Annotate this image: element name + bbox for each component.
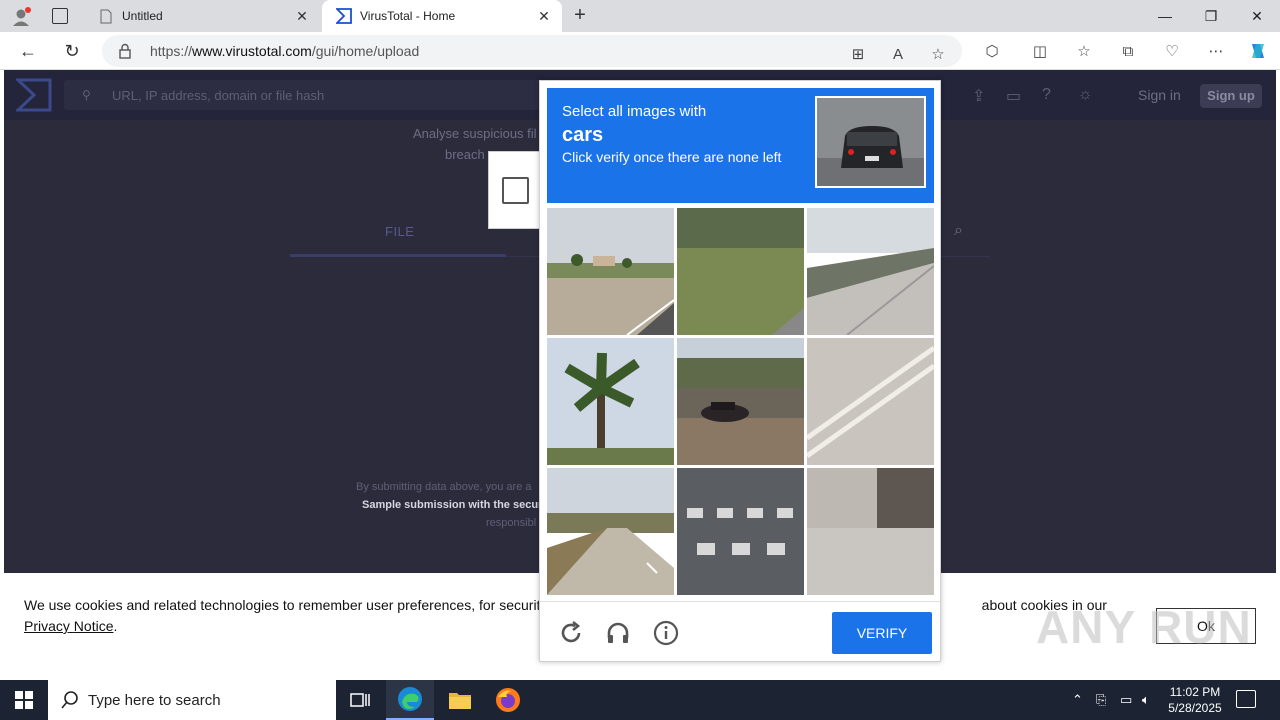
- captcha-tile[interactable]: [807, 468, 934, 595]
- terms-text-bold: Sample submission with the secur: [362, 499, 543, 511]
- captcha-grid: [547, 208, 934, 596]
- recaptcha-anchor: [488, 151, 544, 229]
- taskbar-clock[interactable]: 11:02 PM 5/28/2025: [1162, 684, 1228, 716]
- profile-icon[interactable]: [10, 6, 32, 28]
- file-tab-underline: [290, 254, 506, 257]
- browser-tab-strip: Untitled ✕ VirusTotal - Home ✕ + — ❐ ✕: [0, 0, 1280, 32]
- read-aloud-icon[interactable]: A: [888, 44, 908, 64]
- firefox-icon[interactable]: [484, 680, 532, 720]
- audio-challenge-icon[interactable]: [604, 619, 632, 647]
- performance-icon[interactable]: ♡: [1162, 41, 1182, 61]
- copilot-icon[interactable]: [1248, 41, 1268, 61]
- upload-icon[interactable]: ⇪: [972, 86, 985, 106]
- captcha-tile[interactable]: [547, 338, 674, 465]
- tab-actions-icon[interactable]: [52, 8, 68, 24]
- captcha-hint: Click verify once there are none left: [562, 149, 782, 165]
- recaptcha-checkbox[interactable]: [502, 177, 529, 204]
- address-bar[interactable]: https://www.virustotal.com/gui/home/uplo…: [102, 35, 962, 67]
- windows-taskbar: Type here to search ⌃ ⎘ ▭ 🔈︎ 11:02 PM 5/…: [0, 680, 1280, 720]
- close-tab-icon[interactable]: ✕: [536, 8, 552, 24]
- tab-title: Untitled: [122, 9, 163, 23]
- captcha-tile[interactable]: [807, 338, 934, 465]
- info-icon[interactable]: [652, 619, 680, 647]
- start-icon[interactable]: [0, 680, 48, 720]
- address-bar-row: ← ↻ https://www.virustotal.com/gui/home/…: [0, 32, 1280, 70]
- show-hidden-icons-icon[interactable]: ⌃: [1072, 692, 1083, 708]
- verify-button[interactable]: VERIFY: [832, 612, 932, 654]
- clock-time: 11:02 PM: [1169, 685, 1221, 699]
- refresh-icon[interactable]: ↻: [56, 36, 88, 66]
- terms-text-3: responsibl: [486, 517, 537, 529]
- chat-icon[interactable]: ▭: [1006, 86, 1021, 106]
- captcha-tile[interactable]: [677, 338, 804, 465]
- captcha-tile[interactable]: [807, 208, 934, 335]
- captcha-header: Select all images with cars Click verify…: [547, 88, 934, 203]
- tab-title: VirusTotal - Home: [360, 9, 456, 23]
- restore-icon[interactable]: ❐: [1188, 0, 1234, 32]
- captcha-target: cars: [562, 124, 604, 146]
- theme-icon[interactable]: ☼: [1078, 86, 1093, 104]
- search-icon: ⚲: [82, 88, 91, 102]
- search-tab-icon[interactable]: ⌕: [954, 222, 963, 240]
- taskbar-search-input[interactable]: Type here to search: [48, 680, 336, 720]
- help-icon[interactable]: ?: [1042, 86, 1051, 104]
- more-options-icon[interactable]: ⋯: [1206, 41, 1226, 61]
- close-window-icon[interactable]: ✕: [1234, 0, 1280, 32]
- intro-text: Analyse suspicious fil: [413, 126, 537, 141]
- notifications-icon[interactable]: [1236, 690, 1256, 708]
- anyrun-watermark: ANY RUN: [1036, 601, 1252, 653]
- collections-icon[interactable]: ⧉: [1118, 41, 1138, 61]
- volume-icon[interactable]: 🔈︎: [1142, 692, 1150, 708]
- clock-date: 5/28/2025: [1168, 701, 1222, 715]
- captcha-challenge: Select all images with cars Click verify…: [539, 80, 941, 662]
- terms-text: By submitting data above, you are a: [356, 481, 532, 493]
- url-text[interactable]: https://www.virustotal.com/gui/home/uplo…: [150, 43, 419, 59]
- captcha-sample-image: [815, 96, 926, 188]
- app-available-icon[interactable]: ⊞: [848, 44, 868, 64]
- file-explorer-icon[interactable]: [436, 680, 484, 720]
- document-icon: [98, 8, 114, 24]
- back-icon[interactable]: ←: [12, 36, 44, 66]
- network-status-icon[interactable]: ⎘: [1096, 692, 1106, 708]
- extensions-icon[interactable]: ⬡: [982, 41, 1002, 61]
- edge-icon[interactable]: [386, 680, 434, 720]
- sign-in-link[interactable]: Sign in: [1138, 87, 1181, 103]
- tab-file[interactable]: FILE: [385, 224, 414, 239]
- captcha-footer-divider: [540, 601, 940, 602]
- task-view-icon[interactable]: [336, 680, 384, 720]
- favorite-star-icon[interactable]: ☆: [928, 44, 948, 64]
- reload-icon[interactable]: [557, 619, 585, 647]
- taskbar-search-placeholder: Type here to search: [88, 692, 221, 709]
- new-tab-icon[interactable]: +: [570, 4, 590, 26]
- network-icon[interactable]: ▭: [1120, 692, 1132, 708]
- virustotal-logo-icon[interactable]: [14, 78, 52, 112]
- tab-virustotal[interactable]: VirusTotal - Home ✕: [322, 0, 562, 32]
- favorites-icon[interactable]: ☆: [1074, 41, 1094, 61]
- virustotal-favicon-icon: [336, 8, 352, 24]
- captcha-instruction: Select all images with: [562, 103, 707, 120]
- intro-text-2: breach: [445, 147, 485, 162]
- minimize-icon[interactable]: —: [1142, 0, 1188, 32]
- captcha-tile[interactable]: [677, 208, 804, 335]
- sign-up-button[interactable]: Sign up: [1200, 84, 1262, 108]
- search-placeholder: URL, IP address, domain or file hash: [112, 88, 325, 103]
- vt-search-input[interactable]: ⚲ URL, IP address, domain or file hash: [64, 80, 564, 110]
- lock-icon[interactable]: [118, 43, 132, 64]
- captcha-tile[interactable]: [677, 468, 804, 595]
- captcha-tile[interactable]: [547, 208, 674, 335]
- close-tab-icon[interactable]: ✕: [294, 8, 310, 24]
- tab-untitled[interactable]: Untitled ✕: [84, 0, 320, 32]
- split-screen-icon[interactable]: ◫: [1030, 41, 1050, 61]
- captcha-tile[interactable]: [547, 468, 674, 595]
- search-icon: [60, 690, 80, 715]
- privacy-notice-link[interactable]: Privacy Notice: [24, 618, 113, 634]
